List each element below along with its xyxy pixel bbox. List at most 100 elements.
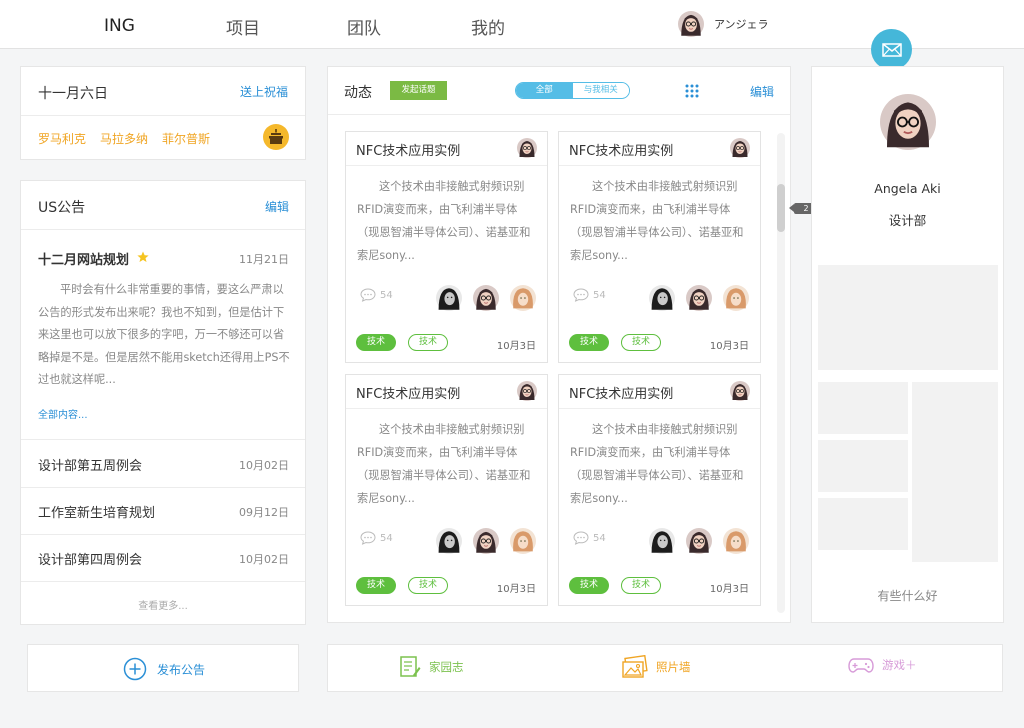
read-all-link[interactable]: 全部内容... bbox=[38, 406, 88, 421]
notice-title: US公告 bbox=[38, 200, 86, 216]
user-menu[interactable]: アンジェラ bbox=[678, 11, 769, 37]
user-name: アンジェラ bbox=[714, 18, 769, 31]
post-card[interactable]: NFC技术应用实例 这个技术由非接触式射频识别RFID演变而来，由飞利浦半导体（… bbox=[558, 131, 761, 363]
birthday-name[interactable]: 菲尔普斯 bbox=[162, 130, 210, 147]
participant-avatar bbox=[473, 528, 499, 554]
participant-avatar bbox=[686, 528, 712, 554]
journal-label: 家园志 bbox=[429, 660, 464, 674]
post-body: 这个技术由非接触式射频识别RFID演变而来，由飞利浦半导体（现恩智浦半导体公司）… bbox=[357, 423, 531, 505]
comment-count-value: 54 bbox=[380, 532, 393, 544]
feed-filter: 全部 与我相关 bbox=[515, 82, 630, 99]
participant-avatar bbox=[723, 285, 749, 311]
feed-edit-link[interactable]: 编辑 bbox=[750, 83, 774, 100]
comment-icon bbox=[360, 288, 376, 302]
author-avatar bbox=[730, 138, 750, 158]
feed-scroll-thumb[interactable] bbox=[777, 184, 785, 232]
birthday-name[interactable]: 马拉多纳 bbox=[100, 130, 148, 147]
divider bbox=[346, 408, 547, 409]
comment-count[interactable]: 54 bbox=[573, 531, 606, 545]
top-nav: ING 项目 团队 我的 アンジェラ bbox=[0, 0, 1024, 49]
featured-notice-body: 平时会有什么非常重要的事情，要这么严肃以公告的形式发布出来呢？我也不知到，但是估… bbox=[38, 283, 290, 386]
photo-wall-label: 照片墙 bbox=[656, 660, 691, 674]
divider bbox=[559, 408, 760, 409]
filter-all-tab[interactable]: 全部 bbox=[516, 83, 573, 98]
comment-count[interactable]: 54 bbox=[573, 288, 606, 302]
featured-notice-title[interactable]: 十二月网站规划 bbox=[38, 249, 129, 268]
comment-icon bbox=[360, 531, 376, 545]
participant-avatar bbox=[473, 285, 499, 311]
post-tag[interactable]: 技术 bbox=[408, 334, 448, 351]
participant-avatars bbox=[649, 528, 760, 554]
author-avatar bbox=[517, 138, 537, 158]
nav-item-mine[interactable]: 我的 bbox=[471, 14, 505, 39]
filter-related-tab[interactable]: 与我相关 bbox=[572, 83, 629, 98]
send-wishes-link[interactable]: 送上祝福 bbox=[240, 83, 288, 100]
author-avatar bbox=[730, 381, 750, 401]
grid-view-icon[interactable] bbox=[685, 84, 699, 98]
post-tag[interactable]: 技术 bbox=[569, 334, 609, 351]
participant-avatar bbox=[510, 528, 536, 554]
games-label: 游戏＋ bbox=[882, 658, 917, 672]
birthday-name[interactable]: 罗马利克 bbox=[38, 130, 86, 147]
post-body: 这个技术由非接触式射频识别RFID演变而来，由飞利浦半导体（现恩智浦半导体公司）… bbox=[570, 180, 744, 262]
participant-avatar bbox=[723, 528, 749, 554]
journal-button[interactable]: 家园志 bbox=[399, 655, 464, 679]
post-tag[interactable]: 技术 bbox=[356, 577, 396, 594]
profile-avatar[interactable] bbox=[880, 94, 936, 150]
divider bbox=[21, 229, 305, 230]
notebook-icon bbox=[400, 656, 421, 677]
notice-row[interactable]: 工作室新生培育规划 09月12日 bbox=[21, 487, 305, 534]
post-date: 10月3日 bbox=[496, 584, 536, 595]
participant-avatars bbox=[436, 528, 547, 554]
publish-notice-label: 发布公告 bbox=[157, 663, 206, 677]
publish-notice-button[interactable]: 发布公告 bbox=[27, 644, 299, 692]
content-placeholder bbox=[818, 440, 908, 492]
post-tag[interactable]: 技术 bbox=[408, 577, 448, 594]
profile-name: Angela Aki bbox=[874, 181, 941, 196]
games-button[interactable]: 游戏＋ bbox=[848, 655, 917, 675]
birthday-date: 十一月六日 bbox=[38, 86, 108, 102]
profile-department: 设计部 bbox=[888, 213, 927, 228]
feed-title: 动态 bbox=[344, 85, 372, 101]
profile-panel: Angela Aki 设计部 有些什么好 bbox=[811, 66, 1004, 623]
content-placeholder bbox=[912, 382, 998, 562]
post-date: 10月3日 bbox=[496, 341, 536, 352]
start-topic-button[interactable]: 发起话题 bbox=[390, 81, 447, 100]
notice-edit-link[interactable]: 编辑 bbox=[265, 198, 289, 215]
post-tag[interactable]: 技术 bbox=[356, 334, 396, 351]
divider bbox=[346, 165, 547, 166]
content-placeholder bbox=[818, 382, 908, 434]
gamepad-icon bbox=[848, 658, 874, 673]
comment-count[interactable]: 54 bbox=[360, 531, 393, 545]
notice-row-date: 10月02日 bbox=[239, 553, 289, 566]
post-card[interactable]: NFC技术应用实例 这个技术由非接触式射频识别RFID演变而来，由飞利浦半导体（… bbox=[558, 374, 761, 606]
post-tag[interactable]: 技术 bbox=[569, 577, 609, 594]
participant-avatar bbox=[436, 285, 462, 311]
comment-count[interactable]: 54 bbox=[360, 288, 393, 302]
mail-icon bbox=[881, 42, 902, 57]
app-logo[interactable]: ING bbox=[104, 16, 135, 36]
post-tag[interactable]: 技术 bbox=[621, 577, 661, 594]
post-title: NFC技术应用实例 bbox=[569, 144, 674, 159]
nav-item-team[interactable]: 团队 bbox=[347, 14, 381, 39]
notice-panel: US公告 编辑 十二月网站规划 11月21日 平时会有什么非常重要的事情，要这么… bbox=[20, 180, 306, 625]
notice-row[interactable]: 设计部第五周例会 10月02日 bbox=[21, 440, 305, 487]
see-more-link[interactable]: 查看更多... bbox=[21, 597, 305, 612]
cake-icon[interactable] bbox=[263, 124, 289, 150]
nav-item-projects[interactable]: 项目 bbox=[226, 14, 260, 39]
photo-wall-button[interactable]: 照片墙 bbox=[622, 655, 691, 679]
notice-row[interactable]: 设计部第四周例会 10月02日 bbox=[21, 534, 305, 581]
post-card[interactable]: NFC技术应用实例 这个技术由非接触式射频识别RFID演变而来，由飞利浦半导体（… bbox=[345, 374, 548, 606]
content-placeholder bbox=[818, 498, 908, 550]
comment-icon bbox=[573, 288, 589, 302]
post-tag[interactable]: 技术 bbox=[621, 334, 661, 351]
content-placeholder bbox=[818, 265, 998, 370]
divider bbox=[559, 165, 760, 166]
post-card[interactable]: NFC技术应用实例 这个技术由非接触式射频识别RFID演变而来，由飞利浦半导体（… bbox=[345, 131, 548, 363]
divider bbox=[21, 115, 305, 116]
mail-button[interactable] bbox=[871, 29, 912, 70]
featured-notice-date: 11月21日 bbox=[239, 253, 289, 266]
participant-avatars bbox=[649, 285, 760, 311]
comment-count-value: 54 bbox=[593, 289, 606, 301]
author-avatar bbox=[517, 381, 537, 401]
